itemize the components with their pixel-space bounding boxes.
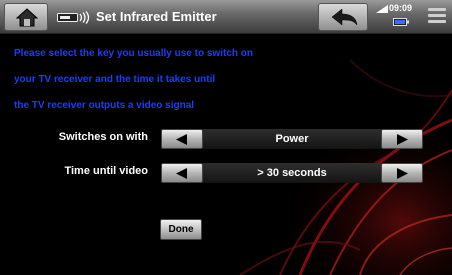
menu-button[interactable] xyxy=(422,3,452,31)
instruction-line-1: Please select the key you usually use to… xyxy=(14,48,253,59)
back-arrow-icon xyxy=(331,8,358,26)
menu-icon xyxy=(428,8,446,11)
right-arrow-icon xyxy=(397,168,408,179)
switches-on-value: Power xyxy=(203,129,381,149)
switches-on-with-label: Switches on with xyxy=(58,131,148,143)
right-arrow-icon xyxy=(397,134,408,145)
signal-icon xyxy=(376,5,388,13)
instruction-line-3: the TV receiver outputs a video signal xyxy=(14,100,195,111)
page-title: Set Infrared Emitter xyxy=(96,9,217,24)
time-until-video-value: > 30 seconds xyxy=(203,163,381,183)
switches-on-next-button[interactable] xyxy=(381,129,423,149)
back-button[interactable] xyxy=(318,3,368,31)
clock: 09:09 xyxy=(389,3,413,13)
time-until-video-prev-button[interactable] xyxy=(161,163,203,183)
time-until-video-label: Time until video xyxy=(64,165,148,177)
left-arrow-icon xyxy=(176,134,187,145)
left-arrow-icon xyxy=(176,168,187,179)
title-bar: Set Infrared Emitter 09:09 xyxy=(0,0,452,34)
infrared-emitter-icon xyxy=(57,11,90,24)
instruction-line-2: your TV receiver and the time it takes u… xyxy=(14,74,216,85)
screen: Set Infrared Emitter 09:09 Please select… xyxy=(0,0,452,275)
done-button[interactable]: Done xyxy=(160,219,202,240)
battery-icon xyxy=(393,18,409,26)
home-icon xyxy=(16,8,38,27)
home-button[interactable] xyxy=(4,3,48,31)
switches-on-prev-button[interactable] xyxy=(161,129,203,149)
time-until-video-next-button[interactable] xyxy=(381,163,423,183)
status-area: 09:09 xyxy=(375,0,420,34)
